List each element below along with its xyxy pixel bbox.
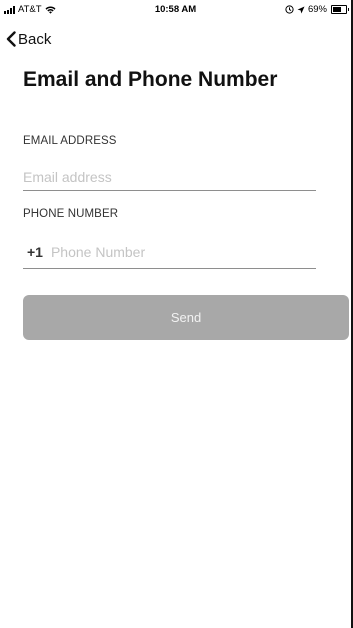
- page-title: Email and Phone Number: [23, 68, 278, 91]
- back-label: Back: [18, 30, 52, 48]
- status-bar: AT&T 10:58 AM 69%: [0, 0, 351, 22]
- battery-level-fill: [333, 7, 342, 12]
- send-button[interactable]: Send: [23, 295, 349, 340]
- chevron-left-icon: [6, 31, 16, 47]
- phone-field-label: PHONE NUMBER: [23, 208, 119, 220]
- battery-percent: 69%: [307, 4, 327, 15]
- location-lock-icon: [285, 5, 294, 14]
- phone-number-field: +1: [23, 236, 316, 269]
- email-field-label: EMAIL ADDRESS: [23, 135, 117, 147]
- location-arrow-icon: [297, 6, 305, 13]
- email-input[interactable]: [23, 164, 316, 191]
- phone-input[interactable]: [50, 244, 291, 260]
- battery-icon: [331, 5, 349, 14]
- country-code[interactable]: +1: [27, 244, 43, 260]
- status-right: 69%: [285, 4, 349, 15]
- back-button[interactable]: Back: [6, 26, 51, 52]
